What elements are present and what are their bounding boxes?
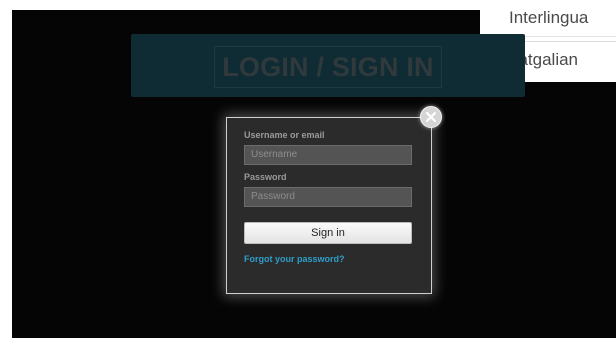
language-divider: [509, 36, 616, 37]
close-button[interactable]: [420, 106, 442, 128]
banner-title: LOGIN / SIGN IN: [214, 46, 442, 88]
password-input[interactable]: Password: [244, 187, 412, 207]
close-icon: [426, 112, 436, 122]
password-label: Password: [244, 172, 287, 182]
language-item-interlingua[interactable]: Interlingua: [480, 0, 616, 36]
forgot-password-link[interactable]: Forgot your password?: [244, 254, 345, 264]
username-label: Username or email: [244, 130, 325, 140]
username-input[interactable]: Username: [244, 145, 412, 165]
sign-in-button[interactable]: Sign in: [244, 222, 412, 244]
